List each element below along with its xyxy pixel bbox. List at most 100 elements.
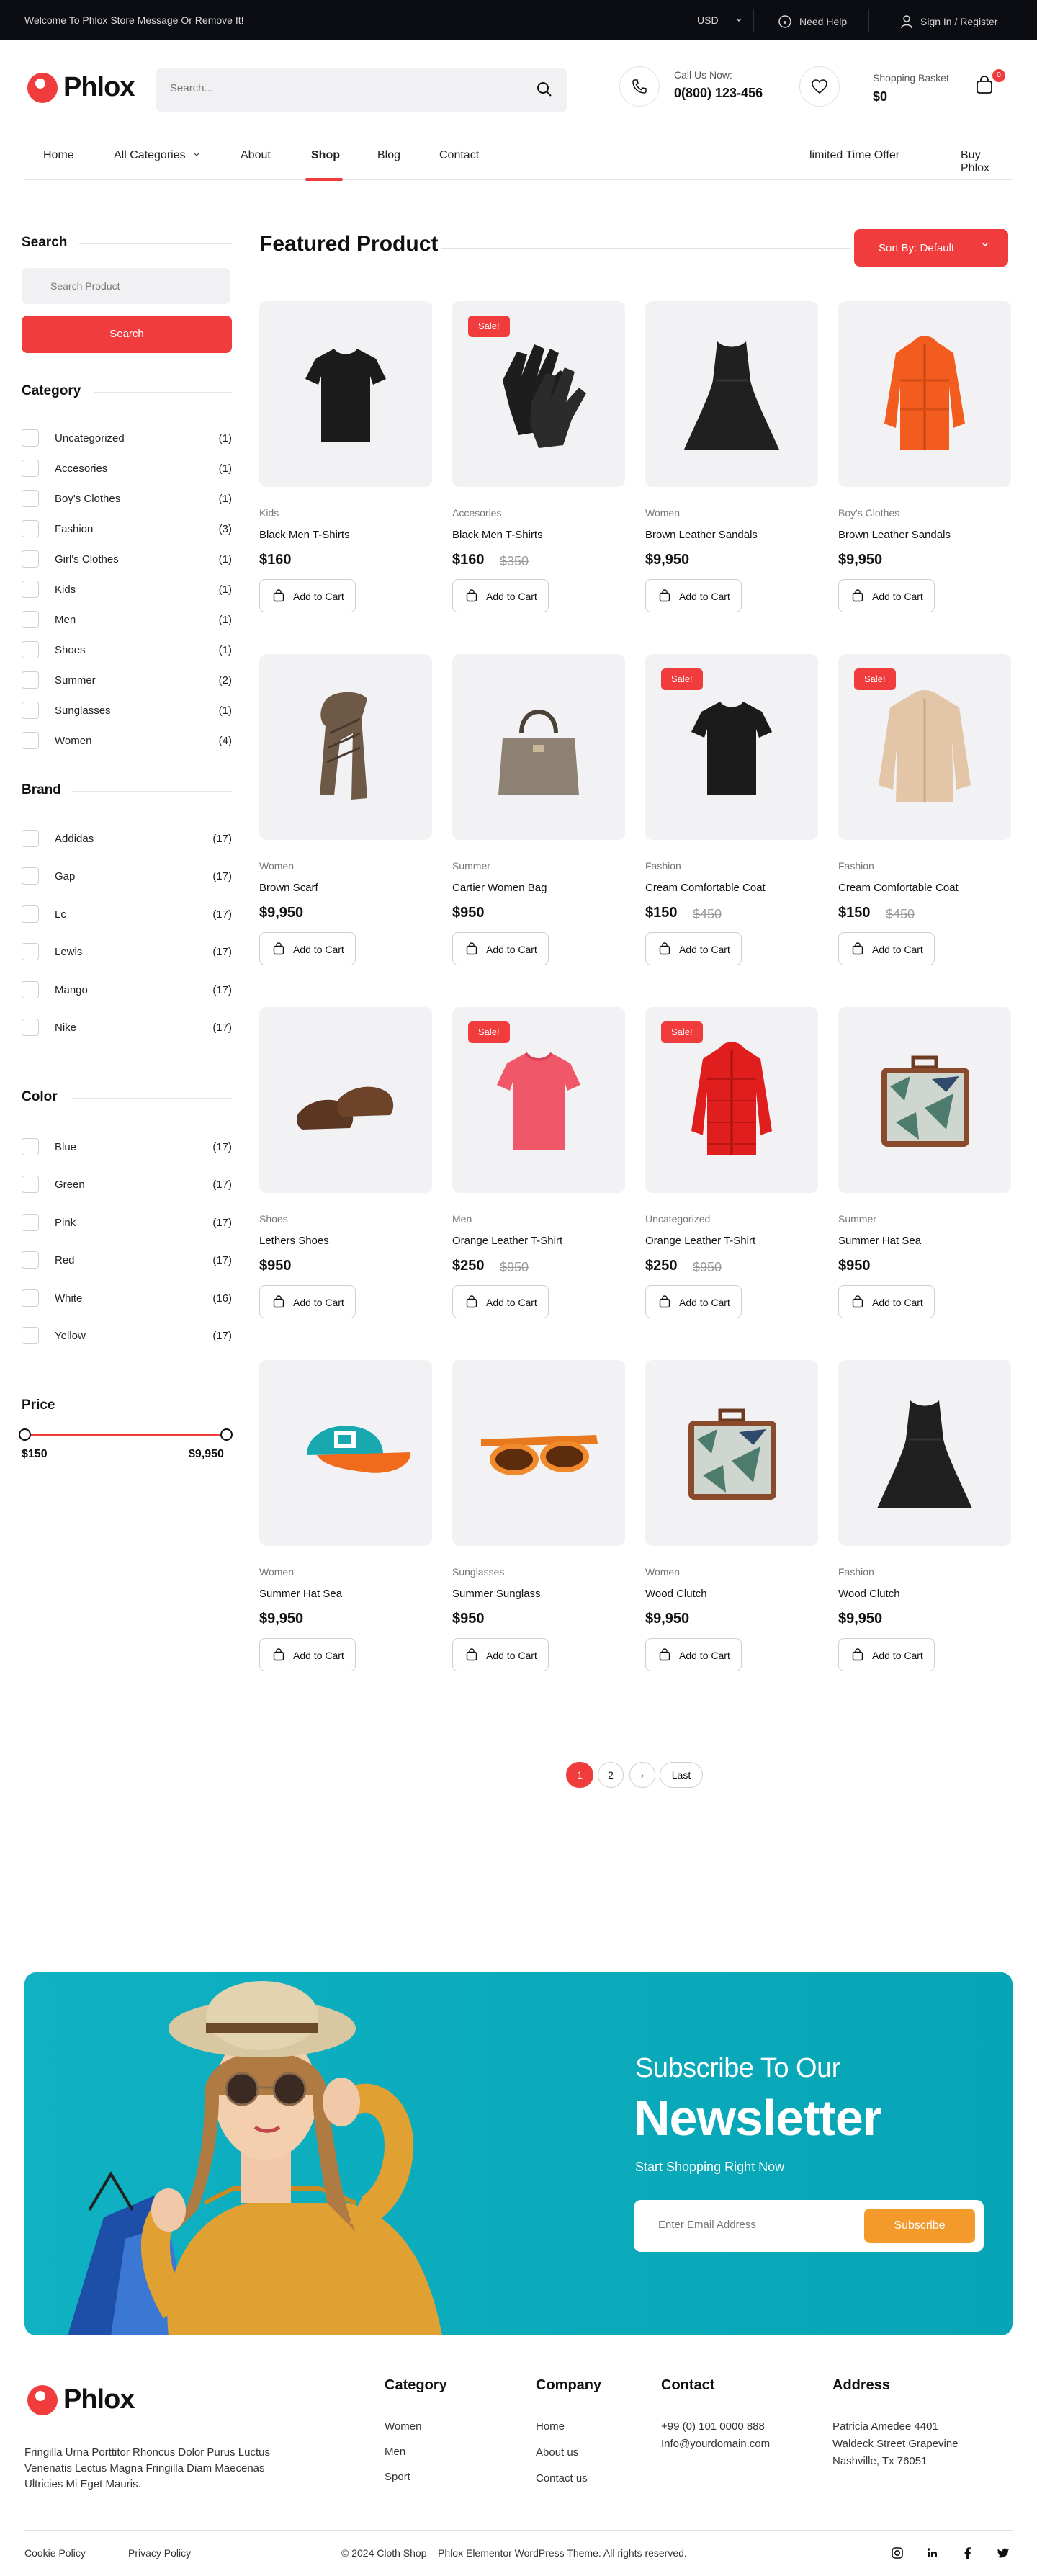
category-filter-row[interactable]: Women (4) — [22, 732, 232, 749]
product-image[interactable] — [452, 1360, 625, 1546]
product-name[interactable]: Brown Leather Sandals — [838, 529, 951, 541]
product-category[interactable]: Women — [259, 860, 294, 872]
product-image[interactable] — [259, 301, 432, 487]
product-category[interactable]: Fashion — [838, 860, 874, 872]
product-image[interactable] — [259, 1007, 432, 1193]
category-filter-row[interactable]: Fashion (3) — [22, 520, 232, 537]
product-category[interactable]: Shoes — [259, 1213, 288, 1225]
checkbox[interactable] — [22, 550, 39, 568]
color-filter-row[interactable]: Pink (17) — [22, 1213, 232, 1231]
brand-filter-row[interactable]: Nike (17) — [22, 1019, 232, 1036]
checkbox[interactable] — [22, 1213, 39, 1231]
product-category[interactable]: Boy's Clothes — [838, 507, 899, 519]
brand-filter-row[interactable]: Lc (17) — [22, 905, 232, 923]
add-to-cart-button[interactable]: Add to Cart — [259, 1285, 356, 1318]
brand-filter-row[interactable]: Mango (17) — [22, 980, 232, 998]
product-image[interactable] — [838, 1360, 1011, 1546]
footer-email[interactable]: Info@yourdomain.com — [661, 2438, 770, 2450]
checkbox[interactable] — [22, 1251, 39, 1269]
cookie-policy-link[interactable]: Cookie Policy — [24, 2547, 86, 2559]
sort-dropdown[interactable]: Sort By: Default — [854, 229, 1008, 267]
checkbox[interactable] — [22, 1019, 39, 1036]
checkbox[interactable] — [22, 641, 39, 658]
footer-link-men[interactable]: Men — [385, 2446, 405, 2458]
nav-contact[interactable]: Contact — [439, 149, 479, 162]
product-name[interactable]: Cartier Women Bag — [452, 882, 547, 894]
nav-shop[interactable]: Shop — [311, 149, 340, 162]
add-to-cart-button[interactable]: Add to Cart — [838, 579, 935, 612]
linkedin-icon[interactable] — [925, 2546, 939, 2560]
checkbox[interactable] — [22, 943, 39, 961]
product-name[interactable]: Brown Scarf — [259, 882, 318, 894]
privacy-policy-link[interactable]: Privacy Policy — [128, 2547, 191, 2559]
next-page-button[interactable]: › — [629, 1762, 655, 1788]
checkbox[interactable] — [22, 611, 39, 628]
category-filter-row[interactable]: Shoes (1) — [22, 641, 232, 658]
call-button[interactable] — [619, 66, 660, 107]
add-to-cart-button[interactable]: Add to Cart — [645, 1285, 742, 1318]
checkbox[interactable] — [22, 830, 39, 847]
logo[interactable]: Phlox — [27, 72, 135, 103]
price-max-handle[interactable] — [220, 1428, 233, 1441]
product-name[interactable]: Black Men T-Shirts — [452, 529, 543, 541]
color-filter-row[interactable]: Green (17) — [22, 1176, 232, 1194]
search-input[interactable] — [170, 82, 516, 94]
add-to-cart-button[interactable]: Add to Cart — [838, 932, 935, 965]
product-name[interactable]: Lethers Shoes — [259, 1235, 329, 1247]
add-to-cart-button[interactable]: Add to Cart — [452, 932, 549, 965]
footer-logo[interactable]: Phlox — [27, 2384, 135, 2415]
footer-link-contact[interactable]: Contact us — [536, 2472, 588, 2485]
product-name[interactable]: Orange Leather T-Shirt — [452, 1235, 562, 1247]
product-image[interactable] — [838, 1007, 1011, 1193]
product-image[interactable] — [452, 654, 625, 840]
product-category[interactable]: Uncategorized — [645, 1213, 710, 1225]
color-filter-row[interactable]: Yellow (17) — [22, 1327, 232, 1344]
color-filter-row[interactable]: Blue (17) — [22, 1138, 232, 1155]
checkbox[interactable] — [22, 581, 39, 598]
product-name[interactable]: Black Men T-Shirts — [259, 529, 350, 541]
product-category[interactable]: Summer — [838, 1213, 876, 1225]
category-filter-row[interactable]: Kids (1) — [22, 581, 232, 598]
add-to-cart-button[interactable]: Add to Cart — [645, 932, 742, 965]
checkbox[interactable] — [22, 460, 39, 477]
page-1[interactable]: 1 — [566, 1762, 593, 1788]
checkbox[interactable] — [22, 1138, 39, 1155]
facebook-icon[interactable] — [961, 2546, 975, 2560]
add-to-cart-button[interactable]: Add to Cart — [645, 1638, 742, 1671]
checkbox[interactable] — [22, 732, 39, 749]
currency-select[interactable]: USD — [697, 14, 742, 26]
checkbox[interactable] — [22, 702, 39, 719]
product-category[interactable]: Sunglasses — [452, 1566, 504, 1578]
footer-link-about[interactable]: About us — [536, 2446, 578, 2459]
product-name[interactable]: Summer Hat Sea — [838, 1235, 921, 1247]
brand-filter-row[interactable]: Gap (17) — [22, 867, 232, 885]
checkbox[interactable] — [22, 671, 39, 689]
price-min-handle[interactable] — [19, 1428, 31, 1441]
product-category[interactable]: Summer — [452, 860, 490, 872]
product-category[interactable]: Fashion — [645, 860, 681, 872]
product-name[interactable]: Wood Clutch — [838, 1588, 900, 1600]
checkbox[interactable] — [22, 1327, 39, 1344]
add-to-cart-button[interactable]: Add to Cart — [259, 932, 356, 965]
product-name[interactable]: Summer Hat Sea — [259, 1588, 342, 1600]
checkbox[interactable] — [22, 867, 39, 885]
category-filter-row[interactable]: Uncategorized (1) — [22, 429, 232, 447]
subscribe-button[interactable]: Subscribe — [864, 2209, 975, 2243]
add-to-cart-button[interactable]: Add to Cart — [259, 1638, 356, 1671]
checkbox[interactable] — [22, 1176, 39, 1194]
add-to-cart-button[interactable]: Add to Cart — [645, 579, 742, 612]
product-image[interactable] — [259, 1360, 432, 1546]
product-name[interactable]: Cream Comfortable Coat — [838, 882, 959, 894]
color-filter-row[interactable]: Red (17) — [22, 1251, 232, 1269]
nav-limited-offer[interactable]: limited Time Offer — [809, 149, 899, 162]
footer-link-women[interactable]: Women — [385, 2420, 421, 2433]
search-button[interactable] — [536, 81, 553, 102]
product-image[interactable] — [645, 1360, 818, 1546]
product-search-input[interactable]: Search Product — [22, 268, 230, 304]
product-name[interactable]: Brown Leather Sandals — [645, 529, 758, 541]
instagram-icon[interactable] — [890, 2546, 904, 2560]
product-name[interactable]: Summer Sunglass — [452, 1588, 541, 1600]
nav-buy-phlox[interactable]: Buy Phlox — [961, 149, 1013, 175]
product-image[interactable] — [645, 301, 818, 487]
checkbox[interactable] — [22, 490, 39, 507]
